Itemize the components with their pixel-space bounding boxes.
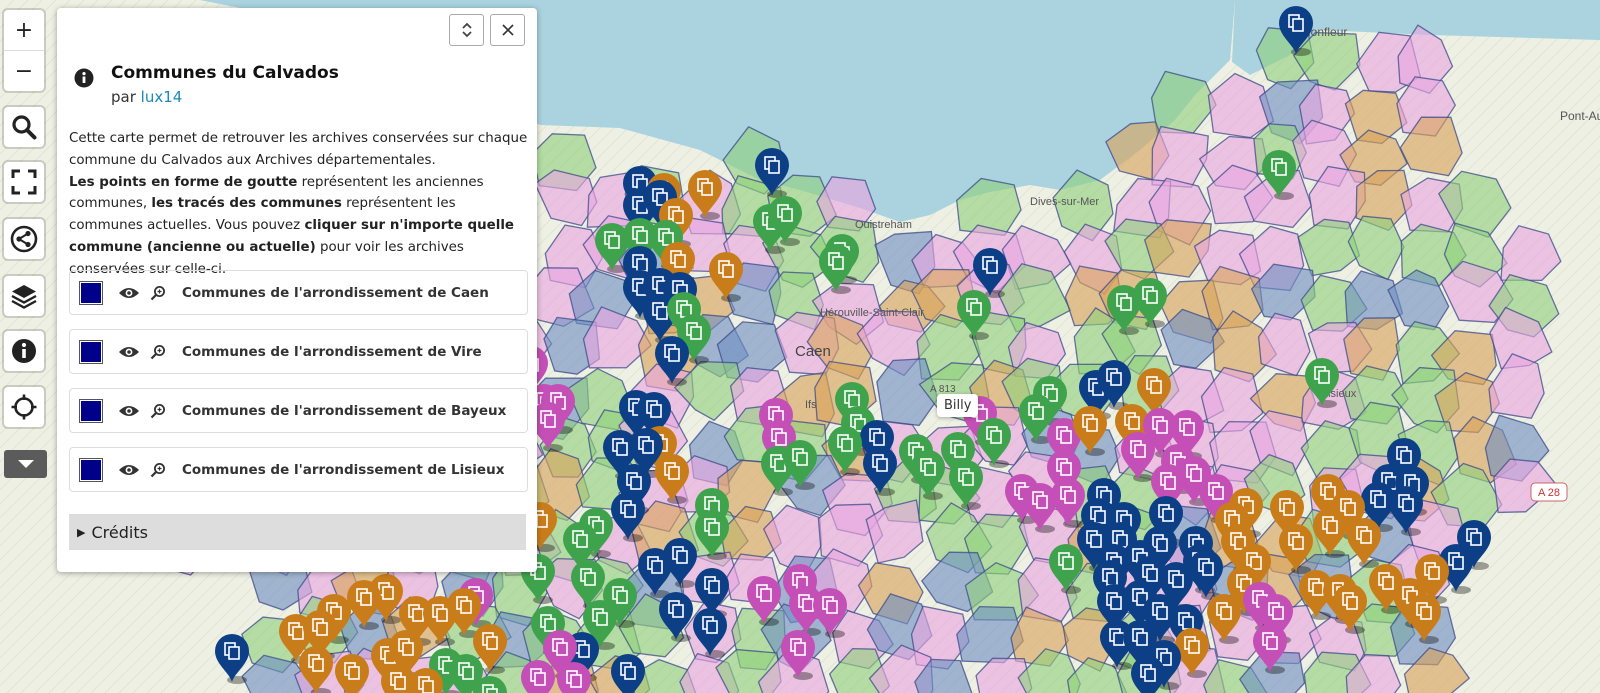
description: Cette carte permet de retrouver les arch… [69,128,529,281]
credits-toggle[interactable]: ▶ Crédits [69,514,526,550]
zoom-to-layer-icon[interactable] [150,462,166,478]
desc-intro: Cette carte permet de retrouver les arch… [69,131,528,168]
share-button[interactable] [4,219,44,259]
label-herouville: Hérouville-Saint-Clair [820,307,924,319]
label-ifs: Ifs [805,399,817,411]
credits-label: Crédits [91,522,148,542]
close-icon [501,24,514,36]
desc-bold-2: les tracés des communes [151,196,342,212]
disclosure-triangle-icon: ▶ [77,525,86,539]
info-panel: Communes du Calvados par lux14 Cette car… [57,8,537,572]
fullscreen-icon [11,169,37,195]
zoom-out-button[interactable]: − [4,50,44,91]
layer-name: Communes de l'arrondissement de Lisieux [182,461,505,478]
locate-icon [11,394,37,420]
chevron-down-icon [17,460,34,468]
search-control [4,107,44,147]
expand-panel-button[interactable] [449,14,484,46]
layer-name: Communes de l'arrondissement de Caen [182,284,489,301]
share-icon [10,225,38,253]
layer-color-swatch [79,339,103,364]
marker-tooltip: Billy [937,394,979,417]
share-control [4,219,44,259]
locate-control [4,387,44,427]
layer-row-caen[interactable]: Communes de l'arrondissement de Caen [69,270,528,315]
label-ouistreham: Ouistreham [855,219,912,231]
info-control [4,331,44,371]
zoom-to-layer-icon[interactable] [150,285,166,301]
search-icon [12,115,37,140]
layer-color-swatch [79,280,103,305]
close-panel-button[interactable] [490,14,525,46]
info-button[interactable] [4,331,44,371]
desc-bold-1: Les points en forme de goutte [69,174,298,190]
byline: par lux14 [111,88,182,106]
layers-control [4,276,44,316]
svg-text:A 28: A 28 [1538,487,1560,499]
page-title: Communes du Calvados [111,63,339,83]
eye-icon[interactable] [118,404,140,418]
layer-name: Communes de l'arrondissement de Bayeux [182,402,507,419]
layers-icon [11,285,37,309]
zoom-to-layer-icon[interactable] [150,403,166,419]
eye-icon[interactable] [118,286,140,300]
label-pont-au: Pont-Au [1560,109,1600,123]
layer-row-bayeux[interactable]: Communes de l'arrondissement de Bayeux [69,388,528,433]
layer-row-vire[interactable]: Communes de l'arrondissement de Vire [69,329,528,374]
layers-button[interactable] [4,276,44,316]
layer-name: Communes de l'arrondissement de Vire [182,343,482,360]
zoom-in-button[interactable]: + [4,10,44,50]
fullscreen-control [4,162,44,202]
layer-color-swatch [79,398,103,423]
zoom-control: + − [4,10,44,91]
zoom-to-layer-icon[interactable] [150,344,166,360]
layer-row-lisieux[interactable]: Communes de l'arrondissement de Lisieux [69,447,528,492]
collapse-controls-button[interactable] [4,450,47,478]
label-dives: Dives-sur-Mer [1030,196,1099,208]
commune-marker[interactable] [521,660,555,693]
eye-icon[interactable] [118,463,140,477]
info-icon [12,339,36,363]
layer-color-swatch [79,457,103,482]
info-circle-icon [74,68,94,88]
fullscreen-button[interactable] [4,162,44,202]
eye-icon[interactable] [118,345,140,359]
search-button[interactable] [4,107,44,147]
expand-icon [461,22,472,38]
author-link[interactable]: lux14 [141,88,183,106]
label-caen: Caen [795,343,831,360]
road-shield-a28: A 28 [1530,482,1568,502]
byline-prefix: par [111,88,141,106]
locate-button[interactable] [4,387,44,427]
